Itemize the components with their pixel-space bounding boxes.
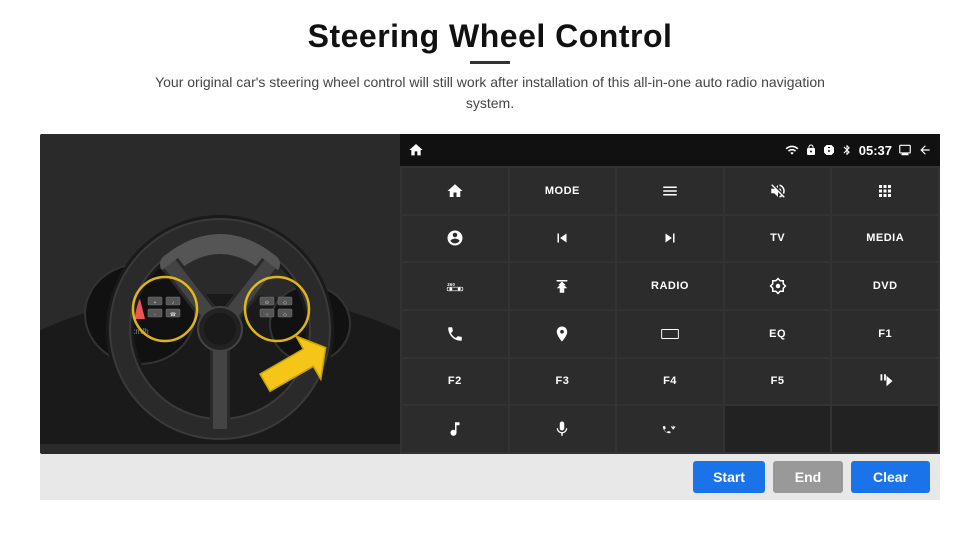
page-title: Steering Wheel Control [140, 18, 840, 55]
svg-text:◇: ◇ [283, 300, 287, 306]
btn-empty-1[interactable] [725, 406, 831, 452]
outer-wrapper: km/h [40, 134, 940, 500]
btn-next[interactable] [617, 216, 723, 262]
status-bar-right: 05:37 [785, 143, 932, 158]
btn-list[interactable] [617, 168, 723, 214]
btn-music[interactable] [402, 406, 508, 452]
btn-tv[interactable]: TV [725, 216, 831, 262]
back-icon [918, 143, 932, 157]
btn-dvd[interactable]: DVD [832, 263, 938, 309]
btn-play-pause[interactable] [832, 359, 938, 405]
btn-f2[interactable]: F2 [402, 359, 508, 405]
car-image-area: km/h [40, 134, 400, 454]
btn-mode[interactable]: MODE [510, 168, 616, 214]
head-unit-panel: 05:37 [400, 134, 940, 454]
steering-wheel-image: km/h [40, 134, 400, 454]
btn-empty-2[interactable] [832, 406, 938, 452]
start-button[interactable]: Start [693, 461, 765, 493]
btn-nav[interactable] [510, 311, 616, 357]
svg-text:360: 360 [447, 282, 455, 287]
btn-f5[interactable]: F5 [725, 359, 831, 405]
btn-apps[interactable] [832, 168, 938, 214]
content-row: km/h [40, 134, 940, 454]
title-section: Steering Wheel Control Your original car… [140, 18, 840, 128]
btn-settings[interactable] [402, 216, 508, 262]
btn-screen-size[interactable] [617, 311, 723, 357]
btn-home[interactable] [402, 168, 508, 214]
status-bar: 05:37 [400, 134, 940, 166]
btn-f4[interactable]: F4 [617, 359, 723, 405]
screen-icon [898, 143, 912, 157]
wifi-icon [785, 143, 799, 157]
btn-media[interactable]: MEDIA [832, 216, 938, 262]
btn-eq[interactable]: EQ [725, 311, 831, 357]
btn-brightness[interactable] [725, 263, 831, 309]
sim-icon [823, 144, 835, 156]
status-bar-left [408, 142, 424, 158]
bluetooth-icon [841, 143, 853, 157]
btn-radio[interactable]: RADIO [617, 263, 723, 309]
clear-button[interactable]: Clear [851, 461, 930, 493]
title-divider [470, 61, 510, 64]
home-icon [408, 142, 424, 158]
svg-text:◇: ◇ [283, 312, 287, 318]
btn-eject[interactable] [510, 263, 616, 309]
page-subtitle: Your original car's steering wheel contr… [140, 72, 840, 114]
bottom-bar: Start End Clear [40, 454, 940, 500]
btn-phone[interactable] [402, 311, 508, 357]
btn-360-car[interactable]: 360 [402, 263, 508, 309]
lock-icon [805, 144, 817, 156]
btn-mic[interactable] [510, 406, 616, 452]
svg-text:☎: ☎ [170, 312, 176, 318]
content-with-bottom: km/h [40, 134, 940, 500]
btn-mute[interactable] [725, 168, 831, 214]
end-button[interactable]: End [773, 461, 843, 493]
btn-prev[interactable] [510, 216, 616, 262]
btn-phone-call[interactable] [617, 406, 723, 452]
svg-text:○: ○ [265, 312, 268, 318]
svg-text:⊙: ⊙ [265, 300, 269, 306]
btn-f1[interactable]: F1 [832, 311, 938, 357]
btn-f3[interactable]: F3 [510, 359, 616, 405]
svg-text:+: + [154, 300, 157, 306]
page-container: Steering Wheel Control Your original car… [0, 0, 980, 544]
status-time: 05:37 [859, 143, 892, 158]
button-grid: MODE [400, 166, 940, 454]
